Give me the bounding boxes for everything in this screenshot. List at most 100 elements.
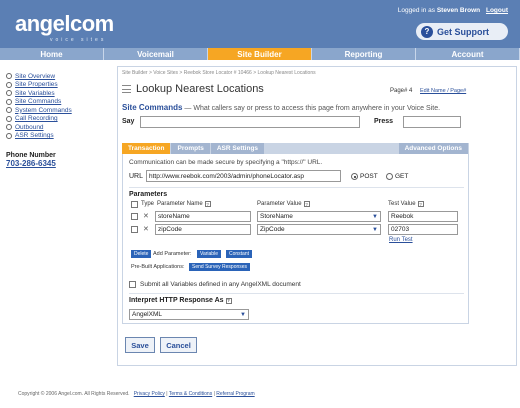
select-all-checkbox[interactable]	[131, 201, 138, 208]
circle-bullet-icon	[6, 90, 12, 97]
sidebar-item-system-commands[interactable]: System Commands	[6, 106, 110, 115]
param-name-input[interactable]: zipCode	[155, 224, 251, 235]
param-value-text: StoreName	[260, 213, 293, 220]
send-survey-button[interactable]: Send Survey Responses	[189, 263, 251, 271]
chevron-down-icon: ▼	[240, 312, 246, 318]
page-icon	[122, 85, 131, 93]
row-checkbox[interactable]	[131, 226, 138, 233]
nav-tab-reporting[interactable]: Reporting	[312, 48, 416, 60]
cancel-button[interactable]: Cancel	[160, 337, 197, 353]
submit-all-checkbox[interactable]	[129, 281, 136, 288]
get-radio[interactable]: GET	[386, 173, 408, 180]
circle-bullet-icon	[6, 124, 12, 131]
add-constant-button[interactable]: Constant	[226, 250, 253, 258]
param-value-select[interactable]: StoreName ▼	[257, 211, 381, 222]
get-support-button[interactable]: ? Get Support	[416, 23, 508, 40]
secure-note: Communication can be made secure by spec…	[129, 159, 323, 166]
delete-row-icon[interactable]: ✕	[143, 212, 149, 220]
phone-number-link[interactable]: 703-286-6345	[6, 159, 110, 168]
terms-link[interactable]: Terms & Conditions	[169, 391, 212, 397]
page-tabs: Transaction Prompts ASR Settings Advance…	[122, 143, 469, 154]
sidebar-item-label[interactable]: ASR Settings	[15, 132, 54, 139]
user-name: Steven Brown	[436, 7, 481, 14]
tab-asr-settings[interactable]: ASR Settings	[210, 143, 265, 154]
press-input[interactable]	[403, 116, 461, 128]
site-commands-title: Site Commands	[122, 103, 183, 112]
divider	[129, 187, 464, 188]
logo[interactable]: angelcom	[15, 11, 114, 37]
interpret-label: Interpret HTTP Response As	[129, 297, 224, 304]
submit-all-label: Submit all Variables defined in any Ange…	[140, 281, 301, 288]
help-icon[interactable]: ?	[204, 201, 211, 207]
circle-bullet-icon	[6, 132, 12, 139]
param-name-input[interactable]: storeName	[155, 211, 251, 222]
referral-link[interactable]: Referral Program	[216, 391, 254, 397]
sidebar-item-label[interactable]: System Commands	[15, 107, 72, 114]
interpret-response-select[interactable]: AngelXML ▼	[129, 309, 249, 320]
chevron-down-icon: ▼	[372, 227, 378, 233]
sidebar-item-outbound[interactable]: Outbound	[6, 123, 110, 132]
row-checkbox[interactable]	[131, 213, 138, 220]
help-icon[interactable]: ?	[303, 201, 310, 207]
sidebar-item-label[interactable]: Site Variables	[15, 90, 55, 97]
param-value-text: ZipCode	[260, 226, 285, 233]
nav-tab-voicemail[interactable]: Voicemail	[104, 48, 208, 60]
edit-name-link[interactable]: Edit Name / Page#	[420, 88, 466, 94]
sidebar-item-label[interactable]: Site Properties	[15, 81, 58, 88]
privacy-link[interactable]: Privacy Policy	[134, 391, 165, 397]
logout-link[interactable]: Logout	[486, 7, 508, 14]
say-input[interactable]	[140, 116, 360, 128]
col-name-label: Parameter Name	[157, 201, 203, 207]
sidebar-item-site-variables[interactable]: Site Variables	[6, 89, 110, 98]
page-title: Lookup Nearest Locations	[122, 83, 264, 95]
sidebar-item-call-recording[interactable]: Call Recording	[6, 115, 110, 124]
save-button[interactable]: Save	[125, 337, 155, 353]
nav-tab-home[interactable]: Home	[0, 48, 104, 60]
footer-separator: |	[213, 391, 215, 397]
nav-tab-site-builder[interactable]: Site Builder	[208, 48, 312, 60]
sidebar-item-site-commands[interactable]: Site Commands	[6, 98, 110, 107]
test-value-input[interactable]: 02703	[388, 224, 458, 235]
get-support-label: Get Support	[437, 26, 489, 37]
help-icon[interactable]: ?	[225, 297, 232, 304]
tab-transaction[interactable]: Transaction	[122, 143, 171, 154]
url-input[interactable]: http://www.reebok.com/2003/admin/phoneLo…	[146, 170, 341, 182]
tab-advanced-options[interactable]: Advanced Options	[398, 143, 468, 154]
run-test-link[interactable]: Run Test	[389, 237, 413, 243]
circle-bullet-icon	[6, 73, 12, 80]
main-panel: Site Builder > Voice Sites > Reebok Stor…	[117, 66, 517, 366]
help-icon[interactable]: ?	[417, 201, 424, 207]
say-label: Say	[122, 118, 135, 125]
question-icon: ?	[421, 25, 433, 38]
sidebar-item-label[interactable]: Site Commands	[15, 98, 61, 105]
delete-button[interactable]: Delete	[131, 250, 152, 258]
sidebar-item-label[interactable]: Call Recording	[15, 115, 58, 122]
circle-bullet-icon	[6, 115, 12, 122]
interpret-value: AngelXML	[132, 311, 162, 318]
nav-tab-account[interactable]: Account	[416, 48, 520, 60]
url-label: URL	[129, 173, 144, 180]
add-variable-button[interactable]: Variable	[197, 250, 221, 258]
col-header-value: Parameter Value?	[257, 201, 310, 207]
sidebar-item-label[interactable]: Outbound	[15, 124, 44, 131]
sidebar-item-site-overview[interactable]: Site Overview	[6, 72, 110, 81]
delete-row-icon[interactable]: ✕	[143, 225, 149, 233]
sidebar-item-label[interactable]: Site Overview	[15, 73, 55, 80]
phone-number-label: Phone Number	[6, 152, 56, 159]
page-title-text: Lookup Nearest Locations	[136, 83, 264, 95]
logo-tagline: voice sites	[50, 37, 107, 43]
submit-all-option[interactable]: Submit all Variables defined in any Ange…	[129, 281, 301, 288]
param-value-select[interactable]: ZipCode ▼	[257, 224, 381, 235]
page-number: Page# 4	[390, 88, 413, 94]
circle-bullet-icon	[6, 107, 12, 114]
sidebar-item-asr-settings[interactable]: ASR Settings	[6, 132, 110, 141]
test-value-input[interactable]: Reebok	[388, 211, 458, 222]
circle-bullet-icon	[6, 81, 12, 88]
col-header-test: Test Value?	[388, 201, 424, 207]
main-nav: Home Voicemail Site Builder Reporting Ac…	[0, 48, 520, 60]
post-radio[interactable]: POST	[351, 173, 378, 180]
footer: Copyright © 2006 Angel.com. All Rights R…	[18, 391, 255, 397]
tab-prompts[interactable]: Prompts	[171, 143, 210, 154]
col-test-label: Test Value	[388, 201, 416, 207]
sidebar-item-site-properties[interactable]: Site Properties	[6, 81, 110, 90]
